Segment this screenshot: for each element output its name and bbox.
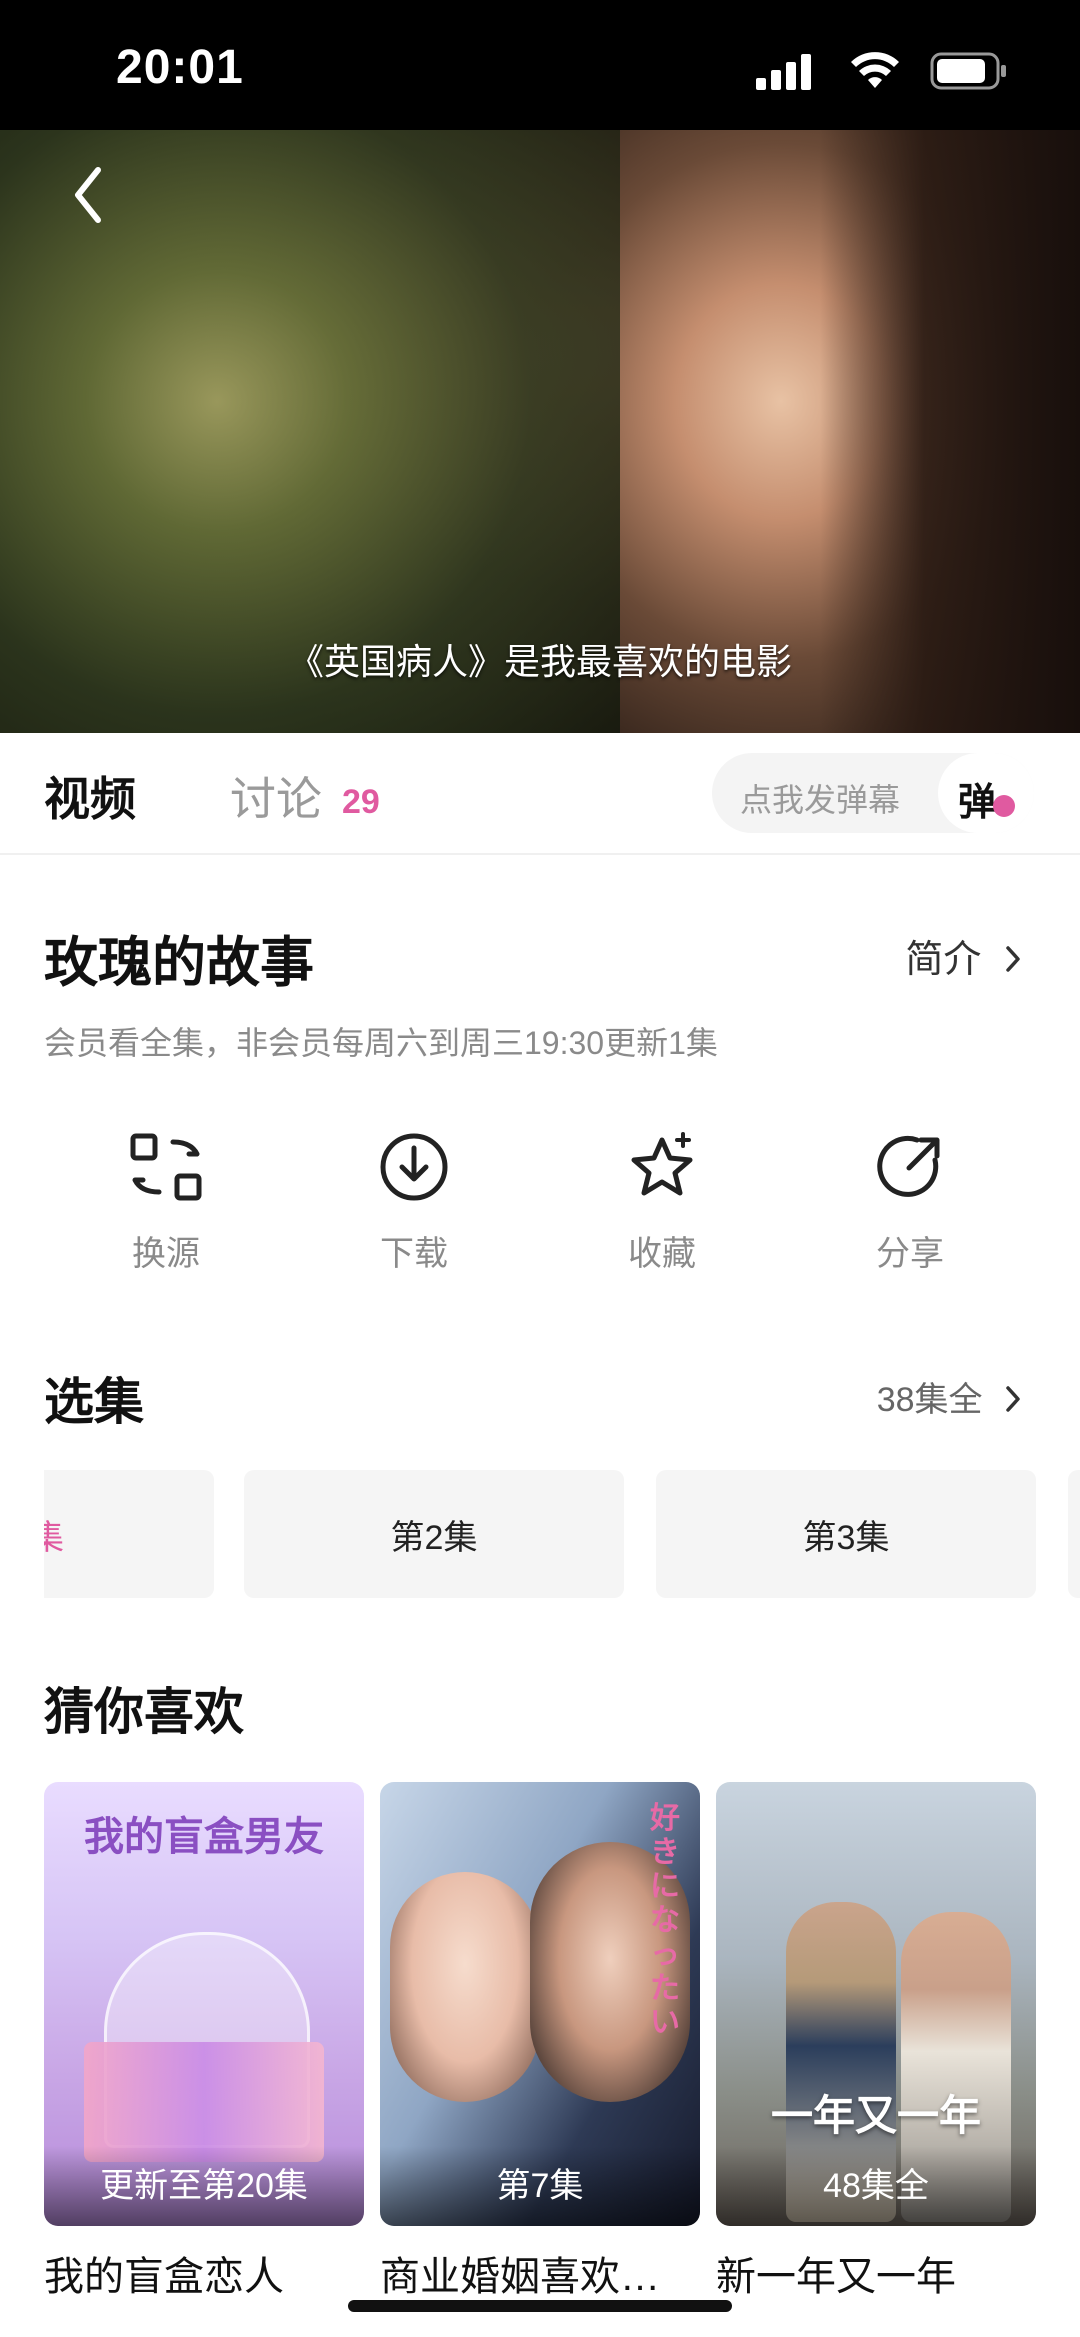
danmaku-toggle-label: 弹 bbox=[958, 782, 997, 824]
recommend-title: 新一年又一年 bbox=[716, 2255, 956, 2299]
episodes-more-link[interactable]: 38集全 bbox=[877, 1372, 1024, 1421]
poster-decoration bbox=[84, 2042, 324, 2162]
share-icon bbox=[877, 1135, 940, 1197]
discussion-count-badge: 29 bbox=[342, 783, 380, 821]
content-tabs: 视频 讨论 29 点我发弹幕 弹 bbox=[0, 733, 1080, 855]
home-indicator[interactable] bbox=[348, 2300, 732, 2312]
download-icon bbox=[380, 1133, 448, 1201]
episode-item[interactable]: 第2集 bbox=[244, 1470, 624, 1598]
episode-label: 集 bbox=[44, 1518, 64, 1557]
switch-source-icon bbox=[130, 1133, 202, 1201]
episode-item[interactable] bbox=[1068, 1470, 1080, 1598]
episode-item[interactable]: 第3集 bbox=[656, 1470, 1036, 1598]
poster-caption: 更新至第20集 bbox=[44, 2146, 364, 2226]
poster-caption: 48集全 bbox=[716, 2146, 1036, 2226]
chevron-right-icon bbox=[1006, 1386, 1020, 1412]
battery-icon bbox=[930, 52, 1006, 90]
show-schedule-info: 会员看全集，非会员每周六到周三19:30更新1集 bbox=[44, 1025, 718, 1061]
back-arrow-icon[interactable] bbox=[68, 160, 108, 230]
episodes-section-title: 选集 bbox=[44, 1374, 144, 1430]
poster-title-art: 一年又一年 bbox=[770, 2092, 981, 2139]
danmaku-check-icon bbox=[993, 795, 1015, 817]
wifi-icon bbox=[851, 52, 899, 88]
episode-label: 第2集 bbox=[390, 1518, 478, 1557]
intro-link[interactable]: 简介 bbox=[905, 928, 1024, 983]
video-player[interactable]: 《英国病人》是我最喜欢的电影 bbox=[0, 130, 1080, 733]
cellular-signal-icon bbox=[756, 54, 811, 90]
episode-label: 第3集 bbox=[802, 1518, 890, 1557]
poster-title-art: 我的盲盒男友 bbox=[84, 1815, 324, 1859]
show-title: 玫瑰的故事 bbox=[44, 933, 314, 993]
recommend-section-title: 猜你喜欢 bbox=[44, 1684, 244, 1740]
recommend-poster[interactable]: 我的盲盒男友 更新至第20集 bbox=[44, 1782, 364, 2226]
recommend-title: 我的盲盒恋人 bbox=[44, 2255, 284, 2299]
recommend-title: 商业婚姻喜欢… bbox=[380, 2255, 660, 2299]
tab-video[interactable]: 视频 bbox=[44, 763, 136, 829]
video-subtitle: 《英国病人》是我最喜欢的电影 bbox=[287, 641, 792, 682]
poster-title-art: 好きになったい bbox=[650, 1802, 680, 2039]
episode-list[interactable]: 集 第2集 第3集 bbox=[44, 1470, 1080, 1598]
intro-label: 简介 bbox=[905, 939, 982, 981]
recommend-poster[interactable]: 好きになったい 第7集 bbox=[380, 1782, 700, 2226]
favorite-button[interactable]: 收藏 bbox=[562, 1130, 762, 1275]
favorite-star-icon bbox=[631, 1132, 693, 1196]
share-button[interactable]: 分享 bbox=[810, 1130, 1010, 1275]
poster-face bbox=[390, 1872, 540, 2102]
switch-source-label: 换源 bbox=[132, 1235, 200, 1273]
episodes-count-label: 38集全 bbox=[876, 1381, 983, 1419]
tab-discussion[interactable]: 讨论 bbox=[230, 763, 322, 829]
download-label: 下载 bbox=[380, 1235, 448, 1273]
chevron-right-icon bbox=[1006, 946, 1020, 972]
status-bar: 20:01 bbox=[0, 0, 1080, 130]
status-time: 20:01 bbox=[116, 41, 244, 94]
poster-caption: 第7集 bbox=[380, 2146, 700, 2226]
danmaku-input[interactable]: 点我发弹幕 弹 bbox=[712, 753, 1034, 833]
danmaku-placeholder: 点我发弹幕 bbox=[740, 782, 901, 818]
action-bar: 换源 下载 收藏 分享 bbox=[0, 1130, 1080, 1300]
download-button[interactable]: 下载 bbox=[314, 1130, 514, 1275]
danmaku-toggle-button[interactable]: 弹 bbox=[938, 753, 1034, 833]
episode-item[interactable]: 集 bbox=[44, 1470, 214, 1598]
recommend-poster[interactable]: 一年又一年 48集全 bbox=[716, 1782, 1036, 2226]
favorite-label: 收藏 bbox=[628, 1235, 696, 1273]
recommend-list: 我的盲盒男友 更新至第20集 我的盲盒恋人 好きになったい 第7集 商业婚姻喜欢… bbox=[44, 1782, 1080, 2302]
switch-source-button[interactable]: 换源 bbox=[66, 1130, 266, 1275]
share-label: 分享 bbox=[876, 1235, 944, 1273]
